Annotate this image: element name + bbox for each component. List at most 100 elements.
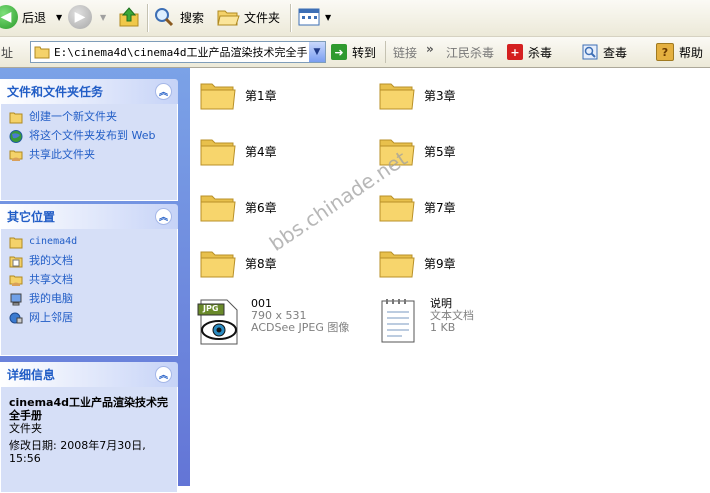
- link-help[interactable]: ? 帮助: [656, 42, 703, 62]
- place-my-documents-label: 我的文档: [29, 254, 73, 267]
- file-item-jpg[interactable]: JPG 001 790 x 531 ACDSee JPEG 图像: [195, 298, 349, 346]
- folder-item[interactable]: 第1章: [199, 78, 277, 112]
- back-dropdown-icon[interactable]: ▼: [56, 13, 62, 22]
- up-folder-icon: [119, 7, 139, 27]
- folders-label: 文件夹: [244, 10, 281, 25]
- other-places-header[interactable]: 其它位置 ︽: [0, 204, 178, 229]
- folder-item[interactable]: 第9章: [378, 246, 456, 280]
- folder-item[interactable]: 第4章: [199, 134, 277, 168]
- globe-icon: [9, 130, 23, 143]
- collapse-chevron-icon[interactable]: ︽: [155, 366, 172, 383]
- file-tasks-title: 文件和文件夹任务: [7, 85, 104, 99]
- task-share-folder[interactable]: 共享此文件夹: [9, 148, 171, 162]
- jpg-badge: JPG: [203, 304, 219, 313]
- views-button[interactable]: ▼: [297, 3, 331, 31]
- link-scan-label: 查毒: [603, 45, 628, 60]
- share-folder-icon: [9, 150, 23, 161]
- go-button[interactable]: ➜ 转到: [331, 42, 376, 62]
- address-dropdown-icon[interactable]: ▼: [309, 42, 325, 62]
- folder-icon: [200, 251, 236, 278]
- task-publish-web[interactable]: 将这个文件夹发布到 Web: [9, 129, 171, 143]
- folder-item[interactable]: 第6章: [199, 190, 277, 224]
- details-folder-name: cinema4d工业产品渲染技术完全手册: [9, 396, 168, 422]
- details-title: 详细信息: [7, 368, 56, 382]
- forward-button[interactable]: ▶ ▼: [68, 3, 106, 31]
- folder-icon: [200, 195, 236, 222]
- jpg-details: 001 790 x 531 ACDSee JPEG 图像: [251, 298, 349, 334]
- task-new-folder-label: 创建一个新文件夹: [29, 110, 117, 123]
- collapse-chevron-icon[interactable]: ︽: [155, 83, 172, 100]
- folder-name: 第1章: [245, 88, 277, 103]
- go-arrow-icon: ➜: [331, 44, 347, 60]
- task-new-folder[interactable]: 创建一个新文件夹: [9, 110, 171, 124]
- my-computer-icon: [10, 293, 22, 306]
- back-label: 后退: [22, 10, 47, 25]
- address-label: 址: [1, 46, 14, 60]
- back-arrow-icon: ◀: [0, 5, 18, 29]
- place-my-documents[interactable]: 我的文档: [9, 254, 171, 268]
- link-scan[interactable]: 查毒: [582, 42, 627, 62]
- folder-item[interactable]: 第8章: [199, 246, 277, 280]
- forward-arrow-icon: ▶: [68, 5, 92, 29]
- folder-name: 第6章: [245, 200, 277, 215]
- link-jiangmin-antivirus[interactable]: 江民杀毒: [446, 42, 494, 62]
- views-dropdown-icon[interactable]: ▼: [325, 13, 331, 22]
- folder-name: 第9章: [424, 256, 456, 271]
- collapse-chevron-icon[interactable]: ︽: [155, 208, 172, 225]
- separator: [385, 41, 386, 63]
- folder-item[interactable]: 第3章: [378, 78, 456, 112]
- place-shared-documents[interactable]: 共享文档: [9, 273, 171, 287]
- file-item-txt[interactable]: 说明 文本文档 1 KB: [378, 298, 474, 344]
- links-chevron-icon[interactable]: »: [426, 39, 434, 59]
- file-tasks-panel: 文件和文件夹任务 ︽ 创建一个新文件夹 将这个文件夹发布到 Web 共享此文件夹: [0, 79, 178, 201]
- text-document-icon: [381, 299, 415, 343]
- search-icon: [155, 8, 174, 27]
- details-body: cinema4d工业产品渲染技术完全手册 文件夹 修改日期: 2008年7月30…: [0, 387, 178, 493]
- file-list-view: 第1章 第3章 第4章 第5章 第6章 第7章 第8章 第9章 JPG 001 …: [190, 68, 710, 486]
- network-places-icon: [9, 312, 23, 324]
- details-panel: 详细信息 ︽ cinema4d工业产品渲染技术完全手册 文件夹 修改日期: 20…: [0, 362, 178, 493]
- links-label[interactable]: 链接: [393, 42, 417, 62]
- folder-item[interactable]: 第7章: [378, 190, 456, 224]
- details-header[interactable]: 详细信息 ︽: [0, 362, 178, 387]
- details-type: 文件夹: [9, 422, 42, 435]
- scan-magnifier-icon: [582, 44, 598, 60]
- details-modified: 修改日期: 2008年7月30日, 15:56: [9, 439, 146, 465]
- file-size: 1 KB: [430, 321, 456, 334]
- task-publish-web-label: 将这个文件夹发布到 Web: [29, 129, 156, 142]
- folder-name: 第7章: [424, 200, 456, 215]
- folder-icon: [379, 251, 415, 278]
- link-help-label: 帮助: [679, 45, 704, 60]
- place-network[interactable]: 网上邻居: [9, 311, 171, 325]
- file-tasks-header[interactable]: 文件和文件夹任务 ︽: [0, 79, 178, 104]
- back-button[interactable]: ◀ 后退 ▼: [0, 3, 62, 31]
- help-icon: ?: [656, 43, 674, 61]
- folder-icon: [379, 83, 415, 110]
- other-places-title: 其它位置: [7, 210, 56, 224]
- search-label: 搜索: [180, 10, 205, 25]
- place-cinema4d[interactable]: cinema4d: [9, 235, 171, 249]
- file-type: ACDSee JPEG 图像: [251, 321, 350, 334]
- search-button[interactable]: 搜索: [152, 3, 204, 31]
- txt-details: 说明 文本文档 1 KB: [430, 298, 474, 334]
- go-label: 转到: [352, 45, 377, 60]
- up-folder-button[interactable]: [118, 3, 140, 31]
- other-places-panel: 其它位置 ︽ cinema4d 我的文档 共享文档 我的电脑 网上邻居: [0, 204, 178, 356]
- place-shared-documents-label: 共享文档: [29, 273, 73, 286]
- forward-dropdown-icon[interactable]: ▼: [100, 13, 106, 22]
- folder-icon: [9, 237, 23, 249]
- toolbar-separator: [147, 4, 149, 32]
- file-tasks-body: 创建一个新文件夹 将这个文件夹发布到 Web 共享此文件夹: [0, 104, 178, 201]
- views-icon: [298, 8, 320, 26]
- address-input[interactable]: E:\cinema4d\cinema4d工业产品渲染技术完全手 ▼: [30, 41, 326, 63]
- antivirus-cross-icon: +: [507, 44, 523, 60]
- place-my-computer[interactable]: 我的电脑: [9, 292, 171, 306]
- folders-button[interactable]: 文件夹: [216, 3, 280, 31]
- folders-icon: [217, 10, 240, 26]
- my-documents-icon: [9, 256, 23, 268]
- address-bar: 址 E:\cinema4d\cinema4d工业产品渲染技术完全手 ▼ ➜ 转到…: [0, 37, 710, 68]
- folder-icon: [200, 139, 236, 166]
- link-antivirus[interactable]: + 杀毒: [507, 42, 552, 62]
- task-pane: 文件和文件夹任务 ︽ 创建一个新文件夹 将这个文件夹发布到 Web 共享此文件夹…: [0, 68, 190, 493]
- folder-icon: [34, 46, 50, 59]
